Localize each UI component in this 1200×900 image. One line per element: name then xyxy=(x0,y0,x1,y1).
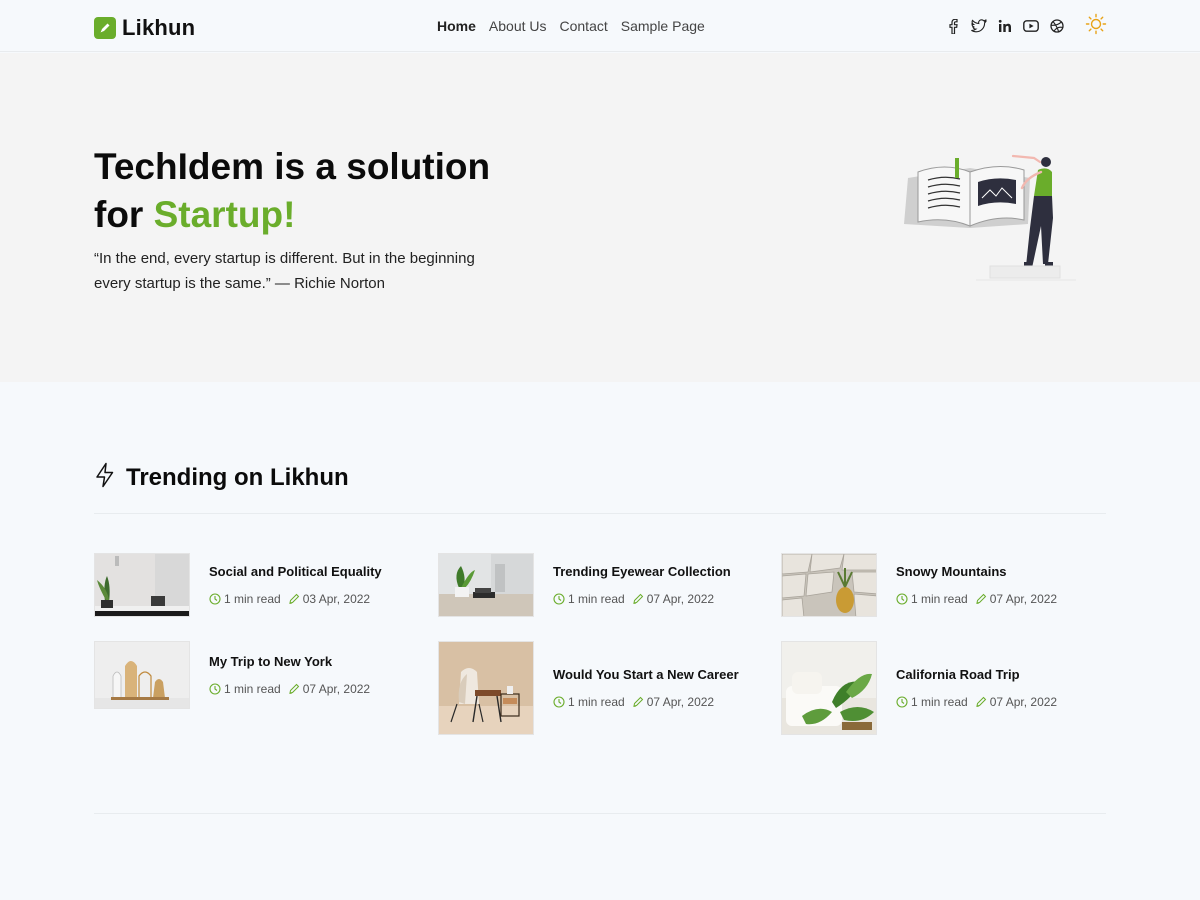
post-card[interactable]: Trending Eyewear Collection 1 min read 0… xyxy=(438,553,731,617)
hero-title: TechIdem is a solution for Startup! xyxy=(94,143,534,239)
post-body: Trending Eyewear Collection 1 min read 0… xyxy=(553,564,731,606)
pencil-icon xyxy=(632,696,644,708)
post-body: Would You Start a New Career 1 min read … xyxy=(553,667,739,709)
post-card[interactable]: Snowy Mountains 1 min read 07 Apr, 2022 xyxy=(781,553,1057,617)
post-date: 07 Apr, 2022 xyxy=(989,592,1058,606)
post-thumbnail[interactable] xyxy=(94,641,190,709)
facebook-icon[interactable] xyxy=(944,17,962,35)
dribbble-icon[interactable] xyxy=(1048,17,1066,35)
reading-illustration xyxy=(900,148,1080,293)
post-title[interactable]: Snowy Mountains xyxy=(896,564,1057,579)
post-meta: 1 min read 07 Apr, 2022 xyxy=(209,682,370,696)
post-title[interactable]: California Road Trip xyxy=(896,667,1057,682)
post-body: My Trip to New York 1 min read 07 Apr, 2… xyxy=(209,654,370,696)
post-title[interactable]: Social and Political Equality xyxy=(209,564,382,579)
post-thumbnail[interactable] xyxy=(438,641,534,735)
post-card[interactable]: Social and Political Equality 1 min read… xyxy=(94,553,382,617)
post-meta: 1 min read 03 Apr, 2022 xyxy=(209,592,382,606)
clock-icon xyxy=(209,683,221,695)
read-time: 1 min read xyxy=(568,592,625,606)
sun-icon xyxy=(1085,13,1107,40)
post-body: Social and Political Equality 1 min read… xyxy=(209,564,382,606)
lightning-icon xyxy=(94,462,116,493)
site-header: Likhun Home About Us Contact Sample Page xyxy=(0,0,1200,52)
post-date: 07 Apr, 2022 xyxy=(989,695,1058,709)
post-body: California Road Trip 1 min read 07 Apr, … xyxy=(896,667,1057,709)
social-links xyxy=(944,17,1074,35)
hero-title-line1: TechIdem is a solution xyxy=(94,146,491,187)
post-thumbnail[interactable] xyxy=(94,553,190,617)
nav-contact[interactable]: Contact xyxy=(560,18,608,34)
pencil-icon xyxy=(975,696,987,708)
post-card[interactable]: My Trip to New York 1 min read 07 Apr, 2… xyxy=(94,641,370,709)
pencil-icon xyxy=(94,17,116,39)
linkedin-icon[interactable] xyxy=(996,17,1014,35)
read-time: 1 min read xyxy=(911,592,968,606)
nav-about-us[interactable]: About Us xyxy=(489,18,547,34)
clock-icon xyxy=(209,593,221,605)
pencil-icon xyxy=(288,593,300,605)
post-date: 07 Apr, 2022 xyxy=(302,682,371,696)
clock-icon xyxy=(896,593,908,605)
post-card[interactable]: California Road Trip 1 min read 07 Apr, … xyxy=(781,641,1057,735)
hero-title-accent: Startup! xyxy=(153,194,296,235)
post-thumbnail[interactable] xyxy=(781,553,877,617)
post-body: Snowy Mountains 1 min read 07 Apr, 2022 xyxy=(896,564,1057,606)
read-time: 1 min read xyxy=(911,695,968,709)
theme-toggle[interactable] xyxy=(1085,13,1107,40)
divider xyxy=(94,813,1106,814)
post-date: 03 Apr, 2022 xyxy=(302,592,371,606)
main-nav: Home About Us Contact Sample Page xyxy=(437,18,718,34)
post-card[interactable]: Would You Start a New Career 1 min read … xyxy=(438,641,739,735)
hero-quote: “In the end, every startup is different.… xyxy=(94,250,475,292)
pencil-icon xyxy=(975,593,987,605)
hero-title-line2-prefix: for xyxy=(94,194,154,235)
brand-name: Likhun xyxy=(122,15,196,40)
post-thumbnail[interactable] xyxy=(781,641,877,735)
divider xyxy=(94,513,1106,514)
post-date: 07 Apr, 2022 xyxy=(646,695,715,709)
twitter-icon[interactable] xyxy=(970,17,988,35)
post-meta: 1 min read 07 Apr, 2022 xyxy=(553,592,731,606)
pencil-icon xyxy=(288,683,300,695)
clock-icon xyxy=(896,696,908,708)
read-time: 1 min read xyxy=(224,592,281,606)
trending-header: Trending on Likhun xyxy=(94,462,349,493)
post-date: 07 Apr, 2022 xyxy=(646,592,715,606)
pencil-icon xyxy=(632,593,644,605)
read-time: 1 min read xyxy=(568,695,625,709)
post-title[interactable]: My Trip to New York xyxy=(209,654,370,669)
post-meta: 1 min read 07 Apr, 2022 xyxy=(896,695,1057,709)
post-meta: 1 min read 07 Apr, 2022 xyxy=(896,592,1057,606)
post-thumbnail[interactable] xyxy=(438,553,534,617)
nav-sample-page[interactable]: Sample Page xyxy=(621,18,705,34)
youtube-icon[interactable] xyxy=(1022,17,1040,35)
clock-icon xyxy=(553,593,565,605)
post-meta: 1 min read 07 Apr, 2022 xyxy=(553,695,739,709)
site-logo[interactable]: Likhun xyxy=(94,15,195,41)
read-time: 1 min read xyxy=(224,682,281,696)
hero-section: TechIdem is a solution for Startup! “In … xyxy=(0,53,1200,382)
nav-home[interactable]: Home xyxy=(437,18,476,34)
clock-icon xyxy=(553,696,565,708)
post-title[interactable]: Would You Start a New Career xyxy=(553,667,739,682)
post-title[interactable]: Trending Eyewear Collection xyxy=(553,564,731,579)
trending-title: Trending on Likhun xyxy=(126,463,349,491)
